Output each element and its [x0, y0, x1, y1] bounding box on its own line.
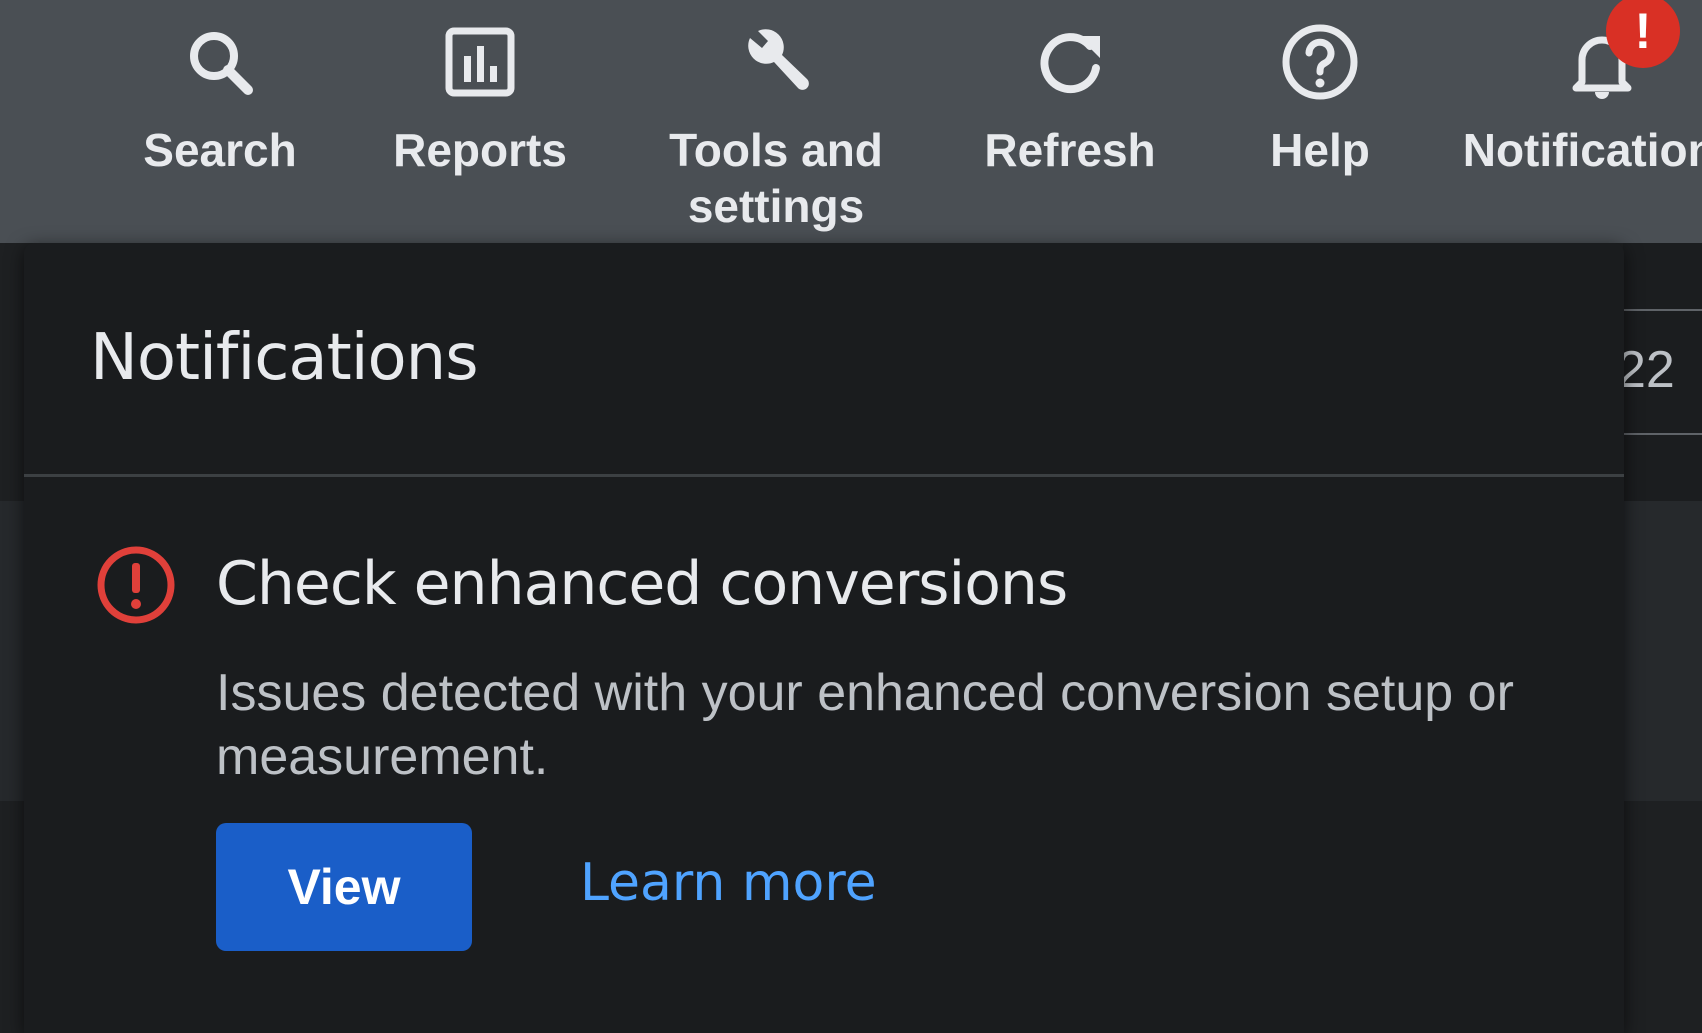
bar-chart-icon	[440, 22, 520, 102]
search-label: Search	[143, 124, 297, 176]
panel-title: Notifications	[90, 321, 479, 395]
tools-and-settings-button[interactable]: Tools and settings	[646, 0, 906, 243]
notifications-button[interactable]: Notifications !	[1452, 0, 1702, 243]
panel-divider	[24, 474, 1624, 477]
tools-and-settings-label: Tools and settings	[669, 124, 883, 232]
notification-title: Check enhanced conversions	[216, 549, 1068, 619]
error-circle-icon	[94, 543, 178, 627]
notifications-label: Notifications	[1462, 124, 1702, 176]
alert-badge: !	[1606, 0, 1680, 68]
view-button[interactable]: View	[216, 823, 472, 951]
search-button[interactable]: Search	[130, 0, 310, 243]
help-label: Help	[1270, 124, 1370, 176]
reports-button[interactable]: Reports	[375, 0, 585, 243]
help-button[interactable]: Help	[1240, 0, 1400, 243]
notification-body: Issues detected with your enhanced conve…	[216, 664, 1514, 786]
learn-more-link[interactable]: Learn more	[580, 853, 877, 913]
notifications-panel: Notifications Check enhanced conversions…	[24, 243, 1624, 1033]
top-toolbar: Search Reports Tools and settings Refres…	[0, 0, 1702, 243]
help-icon	[1280, 22, 1360, 102]
search-icon	[180, 22, 260, 102]
refresh-label: Refresh	[984, 124, 1156, 176]
refresh-button[interactable]: Refresh	[975, 0, 1165, 243]
reports-label: Reports	[393, 124, 567, 176]
wrench-icon	[736, 22, 816, 102]
refresh-icon	[1030, 22, 1110, 102]
background-partial-value: 22	[1617, 341, 1675, 399]
